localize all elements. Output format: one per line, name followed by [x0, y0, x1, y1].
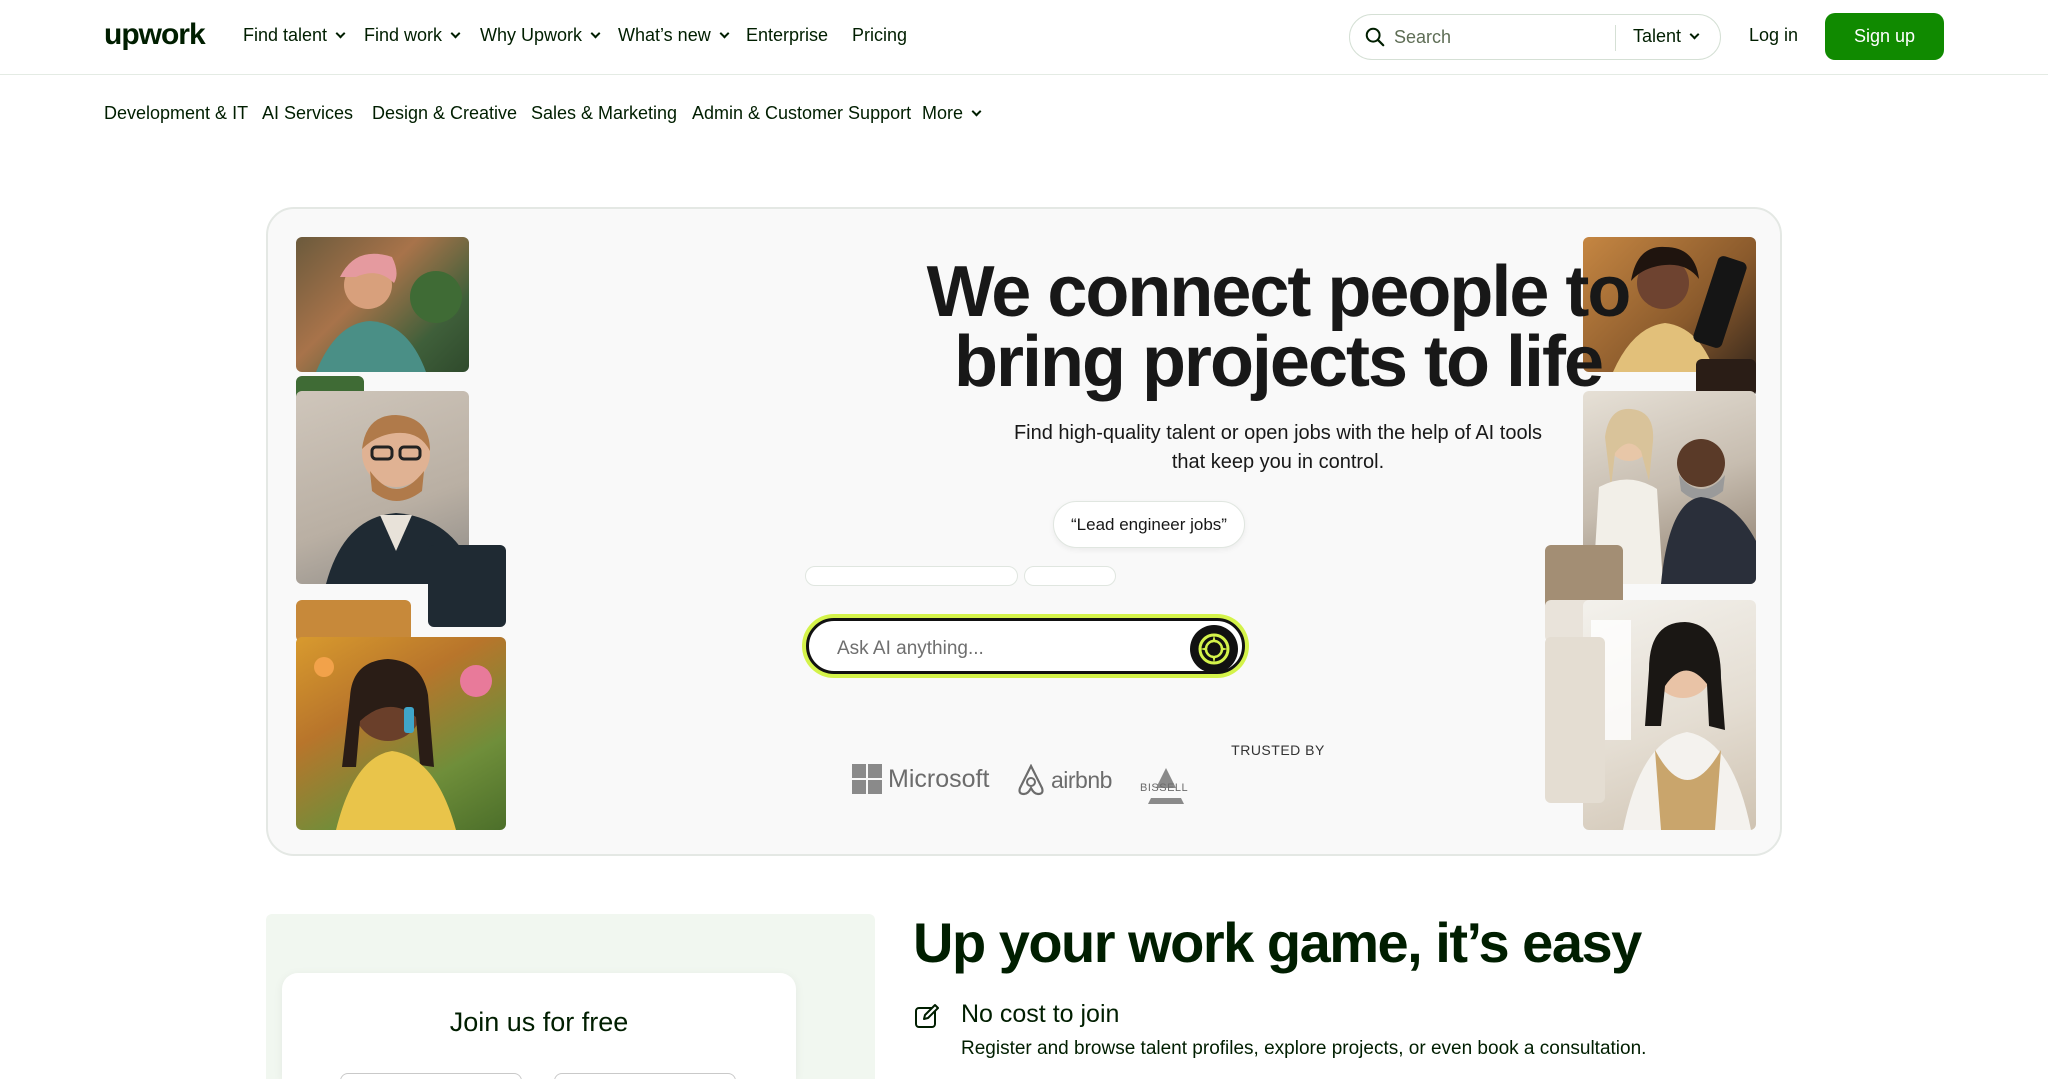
chevron-down-icon [1689, 29, 1700, 40]
feature-description: Register and browse talent profiles, exp… [961, 1038, 1647, 1059]
top-navigation: upwork Find talent Find work Why Upwork … [0, 0, 2048, 75]
microsoft-logo: Microsoft [852, 764, 989, 794]
category-label: Development & IT [104, 103, 249, 123]
prompt-chip-placeholder [1024, 566, 1116, 586]
search-bar: Talent [1349, 14, 1721, 60]
join-card: Join us for free [282, 973, 796, 1079]
hero-section: We connect people to bring projects to l… [266, 207, 1782, 856]
nav-why-upwork[interactable]: Why Upwork [480, 25, 601, 46]
hero-subtitle: Find high-quality talent or open jobs wi… [1013, 422, 1543, 473]
search-input[interactable] [1394, 23, 1614, 51]
category-admin-customer-support[interactable]: Admin & Customer Support [692, 103, 911, 124]
hero-title: We connect people to bring projects to l… [868, 252, 1688, 402]
signup-button[interactable]: Sign up [1825, 13, 1944, 60]
category-label: More [922, 103, 964, 123]
search-divider [1615, 25, 1616, 51]
category-development-it[interactable]: Development & IT [104, 103, 248, 124]
chevron-down-icon [590, 28, 601, 39]
chevron-down-icon [971, 106, 982, 117]
airbnb-icon [1018, 764, 1044, 796]
nav-whats-new-label: What’s new [618, 25, 711, 45]
nav-pricing[interactable]: Pricing [852, 25, 907, 46]
search-scope-dropdown[interactable]: Talent [1633, 26, 1700, 47]
category-label: AI Services [262, 103, 354, 123]
search-scope-label: Talent [1633, 26, 1682, 46]
trusted-by-label: TRUSTED BY [1231, 742, 1325, 758]
photo-man-glasses-extension [428, 545, 506, 627]
photo-woman-plants [296, 237, 469, 372]
category-more[interactable]: More [922, 103, 982, 124]
brand-name: Microsoft [888, 764, 990, 793]
nav-pricing-label: Pricing [852, 25, 908, 45]
hero-title-line2: bring projects to life [953, 322, 1604, 402]
login-link[interactable]: Log in [1749, 25, 1798, 46]
nav-find-work[interactable]: Find work [364, 25, 461, 46]
prompt-suggestion-chip[interactable]: “Lead engineer jobs” [1053, 501, 1245, 548]
nav-find-talent-label: Find talent [243, 25, 328, 45]
photo-woman-laptop-extension [1545, 637, 1605, 803]
ai-prompt-input[interactable] [837, 635, 1167, 663]
prompt-chip-placeholder [805, 566, 1018, 586]
airbnb-logo: airbnb [1017, 764, 1112, 796]
category-design-creative[interactable]: Design & Creative [372, 103, 517, 124]
photo-woman-laptop [1583, 600, 1756, 830]
category-ai-services[interactable]: AI Services [262, 103, 353, 124]
brand-name: airbnb [1051, 766, 1112, 793]
category-label: Sales & Marketing [531, 103, 678, 123]
nav-why-upwork-label: Why Upwork [480, 25, 583, 45]
chevron-down-icon [450, 28, 461, 39]
section-title: Up your work game, it’s easy [913, 911, 1642, 974]
category-sales-marketing[interactable]: Sales & Marketing [531, 103, 677, 124]
chevron-down-icon [335, 28, 346, 39]
nav-enterprise-label: Enterprise [746, 25, 829, 45]
upwork-logo[interactable]: upwork [104, 18, 206, 52]
chevron-down-icon [719, 28, 730, 39]
category-label: Design & Creative [372, 103, 518, 123]
category-label: Admin & Customer Support [692, 103, 912, 123]
search-icon[interactable] [1364, 26, 1386, 48]
ai-submit-button[interactable] [1190, 625, 1238, 673]
brand-name: BISSELL [1140, 782, 1189, 794]
nav-find-work-label: Find work [364, 25, 443, 45]
ai-input-field [806, 618, 1245, 674]
photo-woman-phone [296, 637, 506, 830]
hero-title-line1: We connect people to [926, 252, 1632, 332]
nav-enterprise[interactable]: Enterprise [746, 25, 828, 46]
ai-sparkle-icon [1198, 633, 1230, 665]
photo-woman-phone-top [296, 600, 411, 642]
join-option-button[interactable] [554, 1073, 736, 1079]
nav-whats-new[interactable]: What’s new [618, 25, 730, 46]
feature-title: No cost to join [961, 1000, 1120, 1028]
nav-find-talent[interactable]: Find talent [243, 25, 346, 46]
join-option-button[interactable] [340, 1073, 522, 1079]
ai-input-container [802, 614, 1249, 678]
microsoft-windows-icon [852, 764, 882, 794]
bissell-logo: BISSELL [1138, 768, 1194, 808]
join-title: Join us for free [449, 1007, 629, 1037]
pencil-square-icon [915, 1004, 939, 1028]
